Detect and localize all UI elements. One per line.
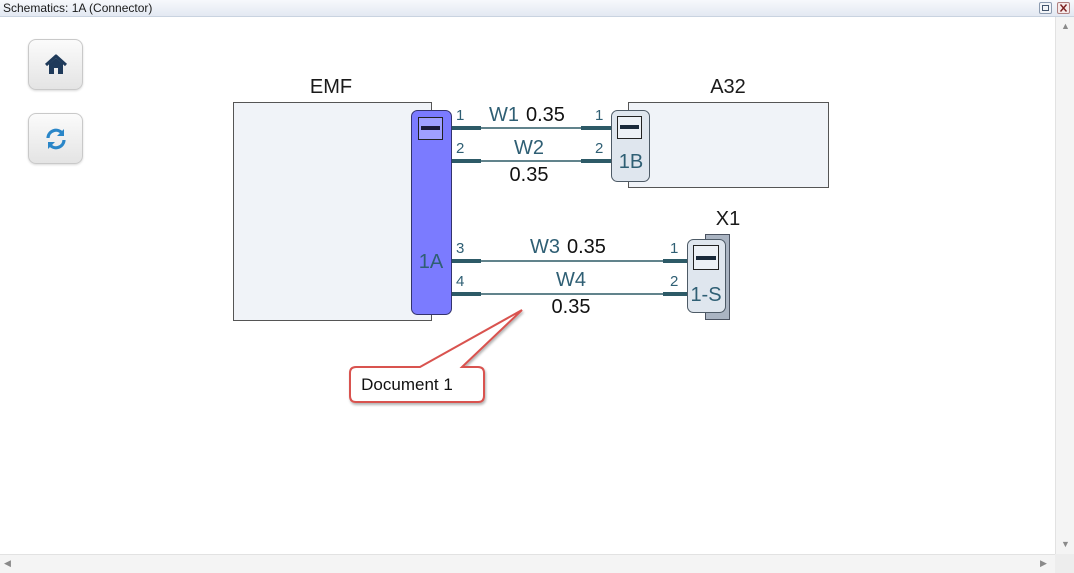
wire-w2-gauge: 0.35 (510, 164, 549, 186)
x1-label: X1 (716, 208, 740, 230)
wire-w1-label: W1 (489, 104, 519, 126)
connector-1b-latch-bar (620, 125, 639, 129)
wire-w3-gauge: 0.35 (567, 236, 606, 258)
connector-1b-label: 1B (619, 151, 643, 173)
close-icon (1059, 4, 1068, 12)
a32-label: A32 (710, 76, 746, 98)
pin-number: 3 (456, 240, 464, 257)
scrollbar-corner (1055, 554, 1074, 573)
connector-1s-label: 1-S (690, 284, 721, 306)
scroll-down-arrow-icon[interactable]: ▼ (1061, 540, 1070, 549)
scroll-up-arrow-icon[interactable]: ▲ (1061, 22, 1070, 31)
pin-number: 1 (595, 107, 603, 124)
vertical-scrollbar[interactable]: ▲ ▼ (1055, 17, 1074, 554)
emf-box[interactable] (233, 102, 432, 321)
wire-w2-label: W2 (514, 137, 544, 159)
pin-number: 2 (456, 140, 464, 157)
emf-label: EMF (310, 76, 352, 98)
pin-number: 4 (456, 273, 464, 290)
close-button[interactable] (1057, 2, 1070, 14)
wire-labels: W1 0.35 W2 0.35 W3 0.35 W4 0.35 (489, 104, 606, 318)
connector-1s-latch-bar (696, 256, 716, 260)
schematic-diagram: EMF A32 X1 1A 1B 1-S 1 2 3 4 1 2 1 2 W1 … (233, 76, 829, 403)
callout-text: Document 1 (361, 375, 453, 394)
pin-number: 2 (595, 140, 603, 157)
wire-w1-gauge: 0.35 (526, 104, 565, 126)
connector-1a-label: 1A (419, 251, 444, 273)
pin-number: 1 (670, 240, 678, 257)
wire-w3-label: W3 (530, 236, 560, 258)
scroll-left-arrow-icon[interactable]: ◀ (4, 559, 11, 568)
pin-number: 1 (456, 107, 464, 124)
pin-number: 2 (670, 273, 678, 290)
wire-w4-label: W4 (556, 269, 586, 291)
horizontal-scrollbar[interactable]: ◀ ▶ (0, 554, 1055, 573)
a32-box[interactable] (628, 102, 829, 188)
scroll-right-arrow-icon[interactable]: ▶ (1040, 559, 1047, 568)
connector-1a-latch-bar (421, 126, 440, 130)
wire-w4-gauge: 0.35 (552, 296, 591, 318)
connector-1a[interactable] (411, 110, 452, 315)
